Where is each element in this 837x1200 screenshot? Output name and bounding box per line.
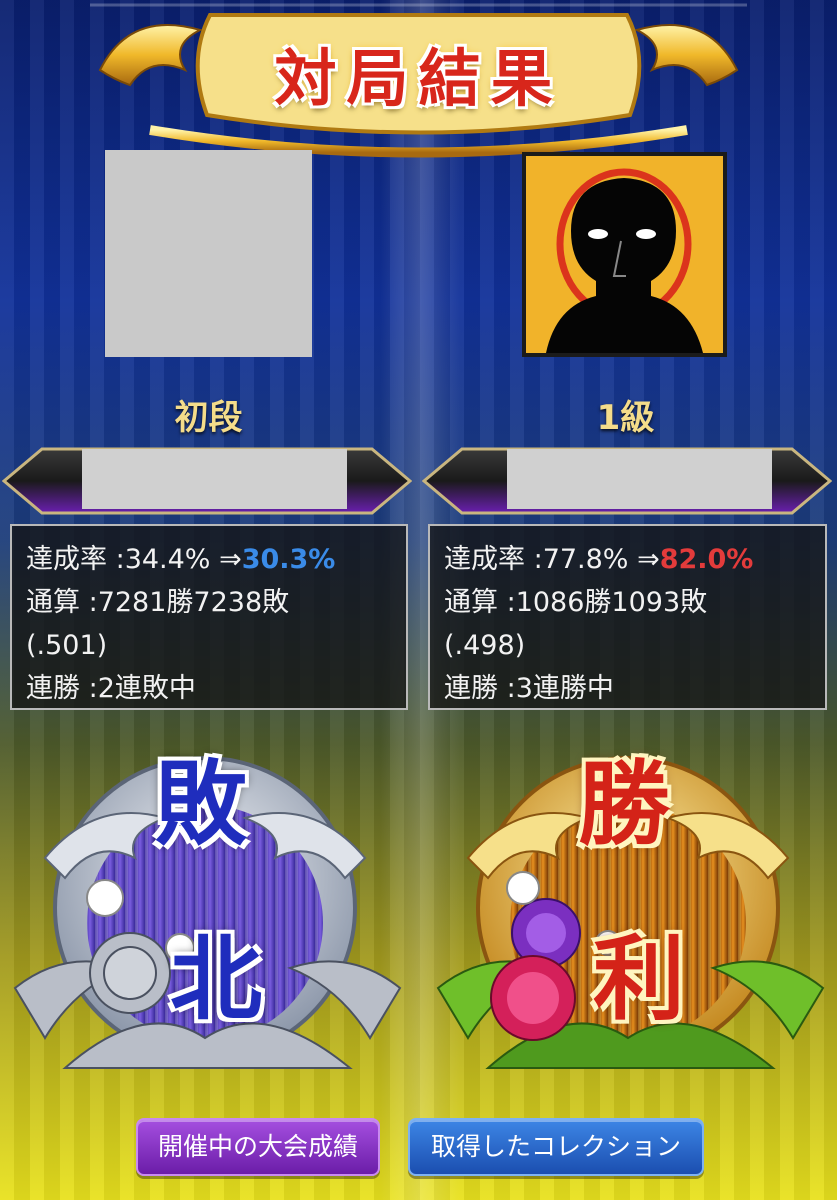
collection-button[interactable]: 取得したコレクション	[408, 1118, 704, 1176]
record-label: 通算	[26, 587, 80, 618]
defeat-char-bottom: 北	[170, 925, 263, 1033]
player-avatar-left	[105, 150, 312, 357]
victory-emblem: 勝 利	[428, 738, 833, 1083]
defeat-char-top: 敗	[155, 750, 248, 858]
arrow-icon: ⇒	[637, 544, 660, 575]
player-rank-left: 初段	[174, 398, 243, 438]
result-banner: 対局結果	[90, 0, 747, 160]
stats-panel-left: 達成率 :34.4% ⇒30.3% 通算 :7281勝7238敗 (.501) …	[10, 524, 408, 710]
record-row: 通算 :7281勝7238敗	[26, 581, 392, 624]
victory-char-top: 勝	[578, 750, 671, 858]
achievement-rate-row: 達成率 :34.4% ⇒30.3%	[26, 538, 392, 581]
streak-label: 連勝	[26, 673, 80, 704]
rate-after: 82.0%	[659, 544, 754, 575]
streak-row: 連勝 :2連敗中	[26, 667, 392, 710]
arrow-icon: ⇒	[219, 544, 242, 575]
name-plate-right	[422, 446, 832, 516]
player-rank-right: 1級	[596, 398, 655, 438]
rate-label: 達成率	[444, 544, 525, 575]
streak-value: :3連勝中	[506, 673, 614, 704]
streak-row: 連勝 :3連勝中	[444, 667, 811, 710]
rate-label: 達成率	[26, 544, 107, 575]
defeat-emblem: 敗 北	[5, 738, 410, 1083]
streak-label: 連勝	[444, 673, 498, 704]
stats-panel-right: 達成率 :77.8% ⇒82.0% 通算 :1086勝1093敗 (.498) …	[428, 524, 827, 710]
page-title: 対局結果	[274, 42, 563, 115]
player-name-redacted-right	[507, 449, 772, 509]
player-name-redacted-left	[82, 449, 347, 509]
record-pct: (.498)	[444, 630, 526, 661]
record-label: 通算	[444, 587, 498, 618]
record-value: :7281勝7238敗	[88, 587, 290, 618]
rate-before: :34.4%	[115, 544, 211, 575]
achievement-rate-row: 達成率 :77.8% ⇒82.0%	[444, 538, 811, 581]
rate-after: 30.3%	[241, 544, 336, 575]
silhouette-avatar-icon	[546, 168, 703, 353]
player-avatar-right	[522, 152, 727, 357]
victory-char-bottom: 利	[593, 925, 686, 1033]
record-pct: (.501)	[26, 630, 108, 661]
streak-value: :2連敗中	[88, 673, 196, 704]
record-row: 通算 :1086勝1093敗	[444, 581, 811, 624]
record-value: :1086勝1093敗	[506, 587, 708, 618]
name-plate-left	[2, 446, 412, 516]
tournament-results-button[interactable]: 開催中の大会成績	[136, 1118, 380, 1176]
rate-before: :77.8%	[533, 544, 629, 575]
